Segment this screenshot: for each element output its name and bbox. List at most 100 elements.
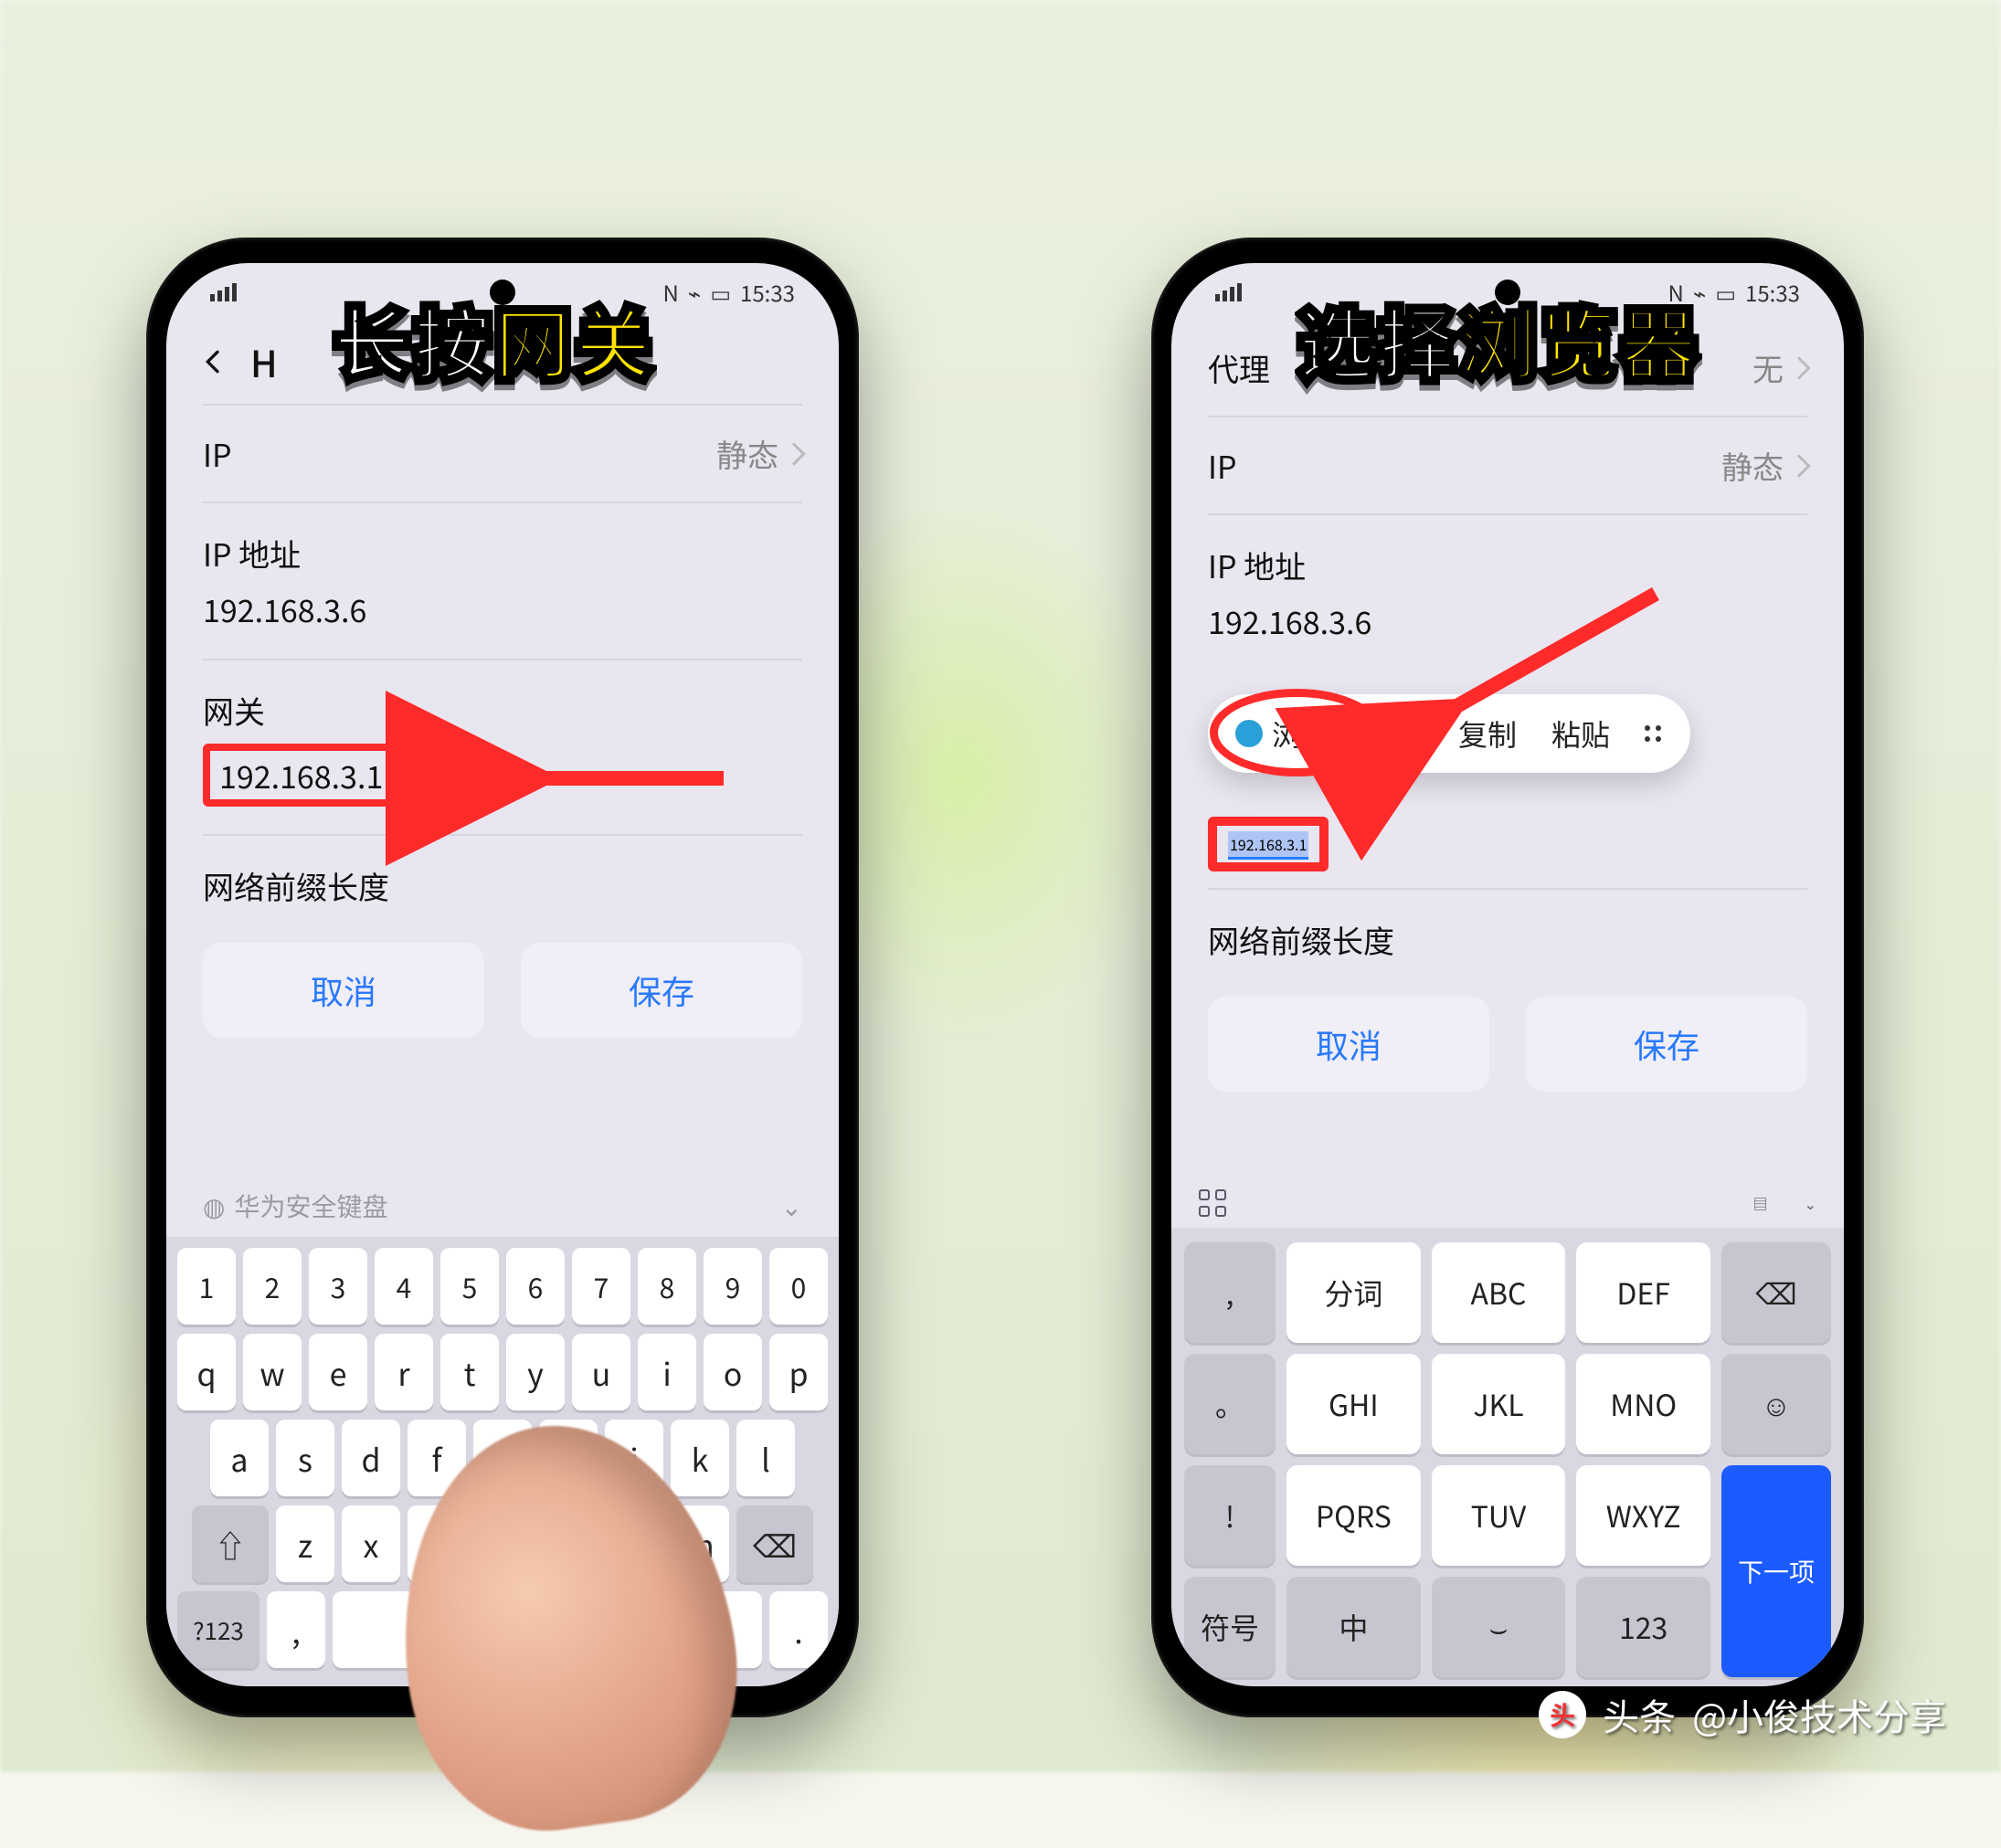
wifi-icon bbox=[210, 283, 237, 301]
key-next[interactable]: 下一项 bbox=[1721, 1465, 1831, 1677]
battery-icon: ▭ bbox=[1715, 276, 1736, 308]
key-jkl[interactable]: JKL bbox=[1432, 1354, 1566, 1454]
key-4[interactable]: 4 bbox=[375, 1248, 433, 1325]
key-wxyz[interactable]: WXYZ bbox=[1576, 1465, 1710, 1566]
key-b[interactable]: b bbox=[539, 1505, 598, 1582]
toutiao-icon: 头 bbox=[1539, 1691, 1586, 1738]
key-d[interactable]: d bbox=[342, 1420, 400, 1496]
proxy-value: 无 bbox=[1752, 345, 1784, 390]
key-g[interactable]: g bbox=[473, 1420, 532, 1496]
bt-icon: ⌁ bbox=[688, 276, 701, 308]
key-z[interactable]: z bbox=[276, 1505, 334, 1582]
key-t[interactable]: t bbox=[440, 1334, 499, 1410]
key-backspace[interactable]: ⌫ bbox=[1721, 1242, 1831, 1343]
key-fenci[interactable]: 分词 bbox=[1286, 1242, 1421, 1343]
key-c[interactable]: c bbox=[408, 1505, 466, 1582]
key-2[interactable]: 2 bbox=[243, 1248, 302, 1325]
key-a[interactable]: a bbox=[210, 1420, 269, 1496]
key-7[interactable]: 7 bbox=[572, 1248, 630, 1325]
key-symbols[interactable]: ?123 bbox=[177, 1591, 259, 1668]
key-y[interactable]: y bbox=[506, 1334, 565, 1410]
key-space[interactable]: ⌣ bbox=[1432, 1577, 1566, 1677]
key-9[interactable]: 9 bbox=[704, 1248, 762, 1325]
prefix-length-label: 网络前缀长度 bbox=[166, 836, 839, 915]
key-123[interactable]: 123 bbox=[1576, 1577, 1710, 1677]
key-p[interactable]: p bbox=[769, 1334, 828, 1410]
key-3[interactable]: 3 bbox=[309, 1248, 367, 1325]
chevron-right-icon bbox=[1787, 454, 1810, 477]
key-f[interactable]: f bbox=[408, 1420, 466, 1496]
back-icon[interactable] bbox=[199, 347, 228, 376]
shield-icon: ◍ bbox=[203, 1188, 225, 1224]
key-shift[interactable]: ⇧ bbox=[192, 1505, 269, 1582]
key-q[interactable]: q bbox=[177, 1334, 236, 1410]
key-l[interactable]: l bbox=[736, 1420, 795, 1496]
page-title: H bbox=[250, 335, 278, 388]
globe-icon bbox=[1235, 720, 1263, 747]
nfc-icon: N bbox=[663, 276, 679, 308]
key-period[interactable]: . bbox=[769, 1591, 828, 1668]
save-button[interactable]: 保存 bbox=[1526, 997, 1807, 1092]
key-abc[interactable]: ABC bbox=[1432, 1242, 1566, 1343]
key-backspace[interactable]: ⌫ bbox=[736, 1505, 813, 1582]
key-6[interactable]: 6 bbox=[506, 1248, 565, 1325]
key-u[interactable]: u bbox=[572, 1334, 630, 1410]
key-w[interactable]: w bbox=[243, 1334, 302, 1410]
row-ip-value: 静态 bbox=[716, 431, 778, 476]
key-1[interactable]: 1 bbox=[177, 1248, 236, 1325]
key-side-comma[interactable]: , bbox=[1184, 1242, 1276, 1343]
row-ip-label: IP bbox=[203, 431, 231, 476]
ip-address-value[interactable]: 192.168.3.6 bbox=[166, 583, 839, 659]
key-comma[interactable]: , bbox=[267, 1591, 325, 1668]
key-e[interactable]: e bbox=[309, 1334, 367, 1410]
key-i[interactable]: i bbox=[638, 1334, 696, 1410]
chevron-right-icon bbox=[782, 442, 805, 465]
key-def[interactable]: DEF bbox=[1576, 1242, 1710, 1343]
key-space[interactable] bbox=[333, 1591, 762, 1668]
battery-icon: ▭ bbox=[710, 276, 731, 308]
row-ip-label: IP bbox=[1208, 443, 1236, 488]
gateway-field[interactable]: 192.168.3.1 bbox=[166, 740, 839, 834]
chevron-down-icon[interactable]: ⌄ bbox=[781, 1188, 802, 1224]
gateway-value-selected[interactable]: 192.168.3.1 bbox=[1228, 831, 1308, 860]
row-ip-mode[interactable]: IP 静态 bbox=[1171, 417, 1844, 513]
key-pqrs[interactable]: PQRS bbox=[1286, 1465, 1421, 1566]
key-symbol[interactable]: 符号 bbox=[1184, 1577, 1276, 1677]
cancel-button[interactable]: 取消 bbox=[203, 943, 484, 1038]
key-0[interactable]: 0 bbox=[769, 1248, 828, 1325]
key-emoji[interactable]: ☺ bbox=[1721, 1354, 1831, 1454]
key-k[interactable]: k bbox=[671, 1420, 729, 1496]
cancel-button[interactable]: 取消 bbox=[1208, 997, 1489, 1092]
key-5[interactable]: 5 bbox=[440, 1248, 499, 1325]
key-8[interactable]: 8 bbox=[638, 1248, 696, 1325]
key-h[interactable]: h bbox=[539, 1420, 598, 1496]
watermark-brand: 头条 bbox=[1603, 1688, 1676, 1741]
key-cn[interactable]: 中 bbox=[1286, 1577, 1421, 1677]
keyboard-mic-icon[interactable]: ⌄ bbox=[1805, 1192, 1816, 1214]
key-ghi[interactable]: GHI bbox=[1286, 1354, 1421, 1454]
key-tuv[interactable]: TUV bbox=[1432, 1465, 1566, 1566]
key-j[interactable]: j bbox=[605, 1420, 663, 1496]
key-n[interactable]: n bbox=[605, 1505, 663, 1582]
watermark: 头 头条 @小俊技术分享 bbox=[1539, 1688, 1946, 1741]
save-button[interactable]: 保存 bbox=[521, 943, 802, 1038]
camera-cutout bbox=[1495, 280, 1520, 305]
screen-left: N ⌁ ▭ 15:33 H IP 静态 IP 地址 bbox=[166, 263, 839, 1686]
watermark-handle: @小俊技术分享 bbox=[1692, 1688, 1946, 1741]
keyboard-clipboard-icon[interactable]: ▤ bbox=[1753, 1192, 1768, 1214]
key-side-period[interactable]: 。 bbox=[1184, 1354, 1276, 1454]
key-mno[interactable]: MNO bbox=[1576, 1354, 1710, 1454]
screen-right: N ⌁ ▭ 15:33 代理 无 IP 静态 IP 地址 192.1 bbox=[1171, 263, 1844, 1686]
key-side-excl[interactable]: ! bbox=[1184, 1465, 1276, 1566]
row-ip-mode[interactable]: IP 静态 bbox=[166, 406, 839, 502]
key-v[interactable]: v bbox=[473, 1505, 532, 1582]
ctx-browse[interactable]: 浏览 bbox=[1232, 707, 1334, 760]
key-o[interactable]: o bbox=[704, 1334, 762, 1410]
prefix-length-label: 网络前缀长度 bbox=[1171, 890, 1844, 969]
key-m[interactable]: m bbox=[671, 1505, 729, 1582]
key-r[interactable]: r bbox=[375, 1334, 433, 1410]
key-s[interactable]: s bbox=[276, 1420, 334, 1496]
keyboard-9key: , 分词 ABC DEF ⌫ 。 GHI JKL MNO ☺ ! PQRS TU… bbox=[1171, 1228, 1844, 1686]
keyboard-menu-icon[interactable] bbox=[1199, 1189, 1226, 1217]
key-x[interactable]: x bbox=[342, 1505, 400, 1582]
